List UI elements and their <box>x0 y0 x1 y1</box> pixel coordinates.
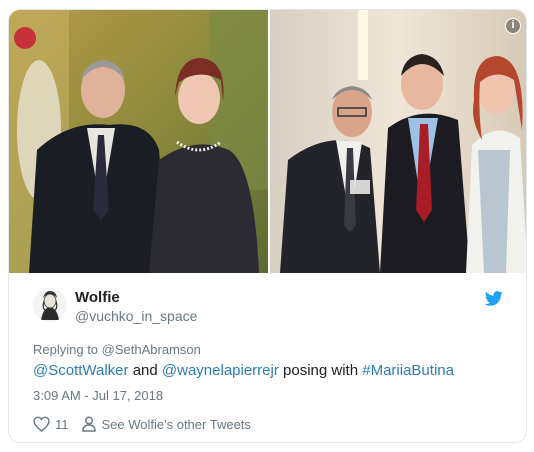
mention-scottwalker[interactable]: @ScottWalker <box>33 362 129 379</box>
like-count: 11 <box>55 416 69 432</box>
see-other-tweets-link[interactable]: See Wolfie's other Tweets <box>81 416 251 432</box>
text-posing-with: posing with <box>278 362 363 379</box>
see-other-tweets-label: See Wolfie's other Tweets <box>101 416 251 432</box>
author-name[interactable]: Wolfie <box>75 289 120 306</box>
tweet-actions: 11 See Wolfie's other Tweets <box>33 415 251 433</box>
text-and: and <box>128 362 162 379</box>
tweet-card: i Wolfie @vuchko_in_space Replying to @S… <box>8 9 527 443</box>
twitter-bird-icon[interactable] <box>485 291 503 306</box>
author-handle[interactable]: @vuchko_in_space <box>75 308 197 324</box>
tweet-header: Wolfie @vuchko_in_space <box>33 288 503 328</box>
replying-to[interactable]: Replying to @SethAbramson <box>33 342 201 357</box>
info-icon[interactable]: i <box>505 18 521 34</box>
hashtag-mariiabutina[interactable]: #MariiaButina <box>362 362 454 379</box>
person-icon <box>81 416 96 432</box>
like-button[interactable]: 11 <box>33 416 69 432</box>
photo-right[interactable] <box>270 10 526 273</box>
mention-waynelapierrejr[interactable]: @waynelapierrejr <box>162 362 279 379</box>
avatar[interactable] <box>33 288 67 322</box>
heart-icon <box>33 416 50 432</box>
tweet-text: @ScottWalker and @waynelapierrejr posing… <box>33 362 454 379</box>
photo-left[interactable] <box>9 10 268 273</box>
tweet-media[interactable]: i <box>9 10 526 273</box>
timestamp[interactable]: 3:09 AM - Jul 17, 2018 <box>33 388 163 403</box>
